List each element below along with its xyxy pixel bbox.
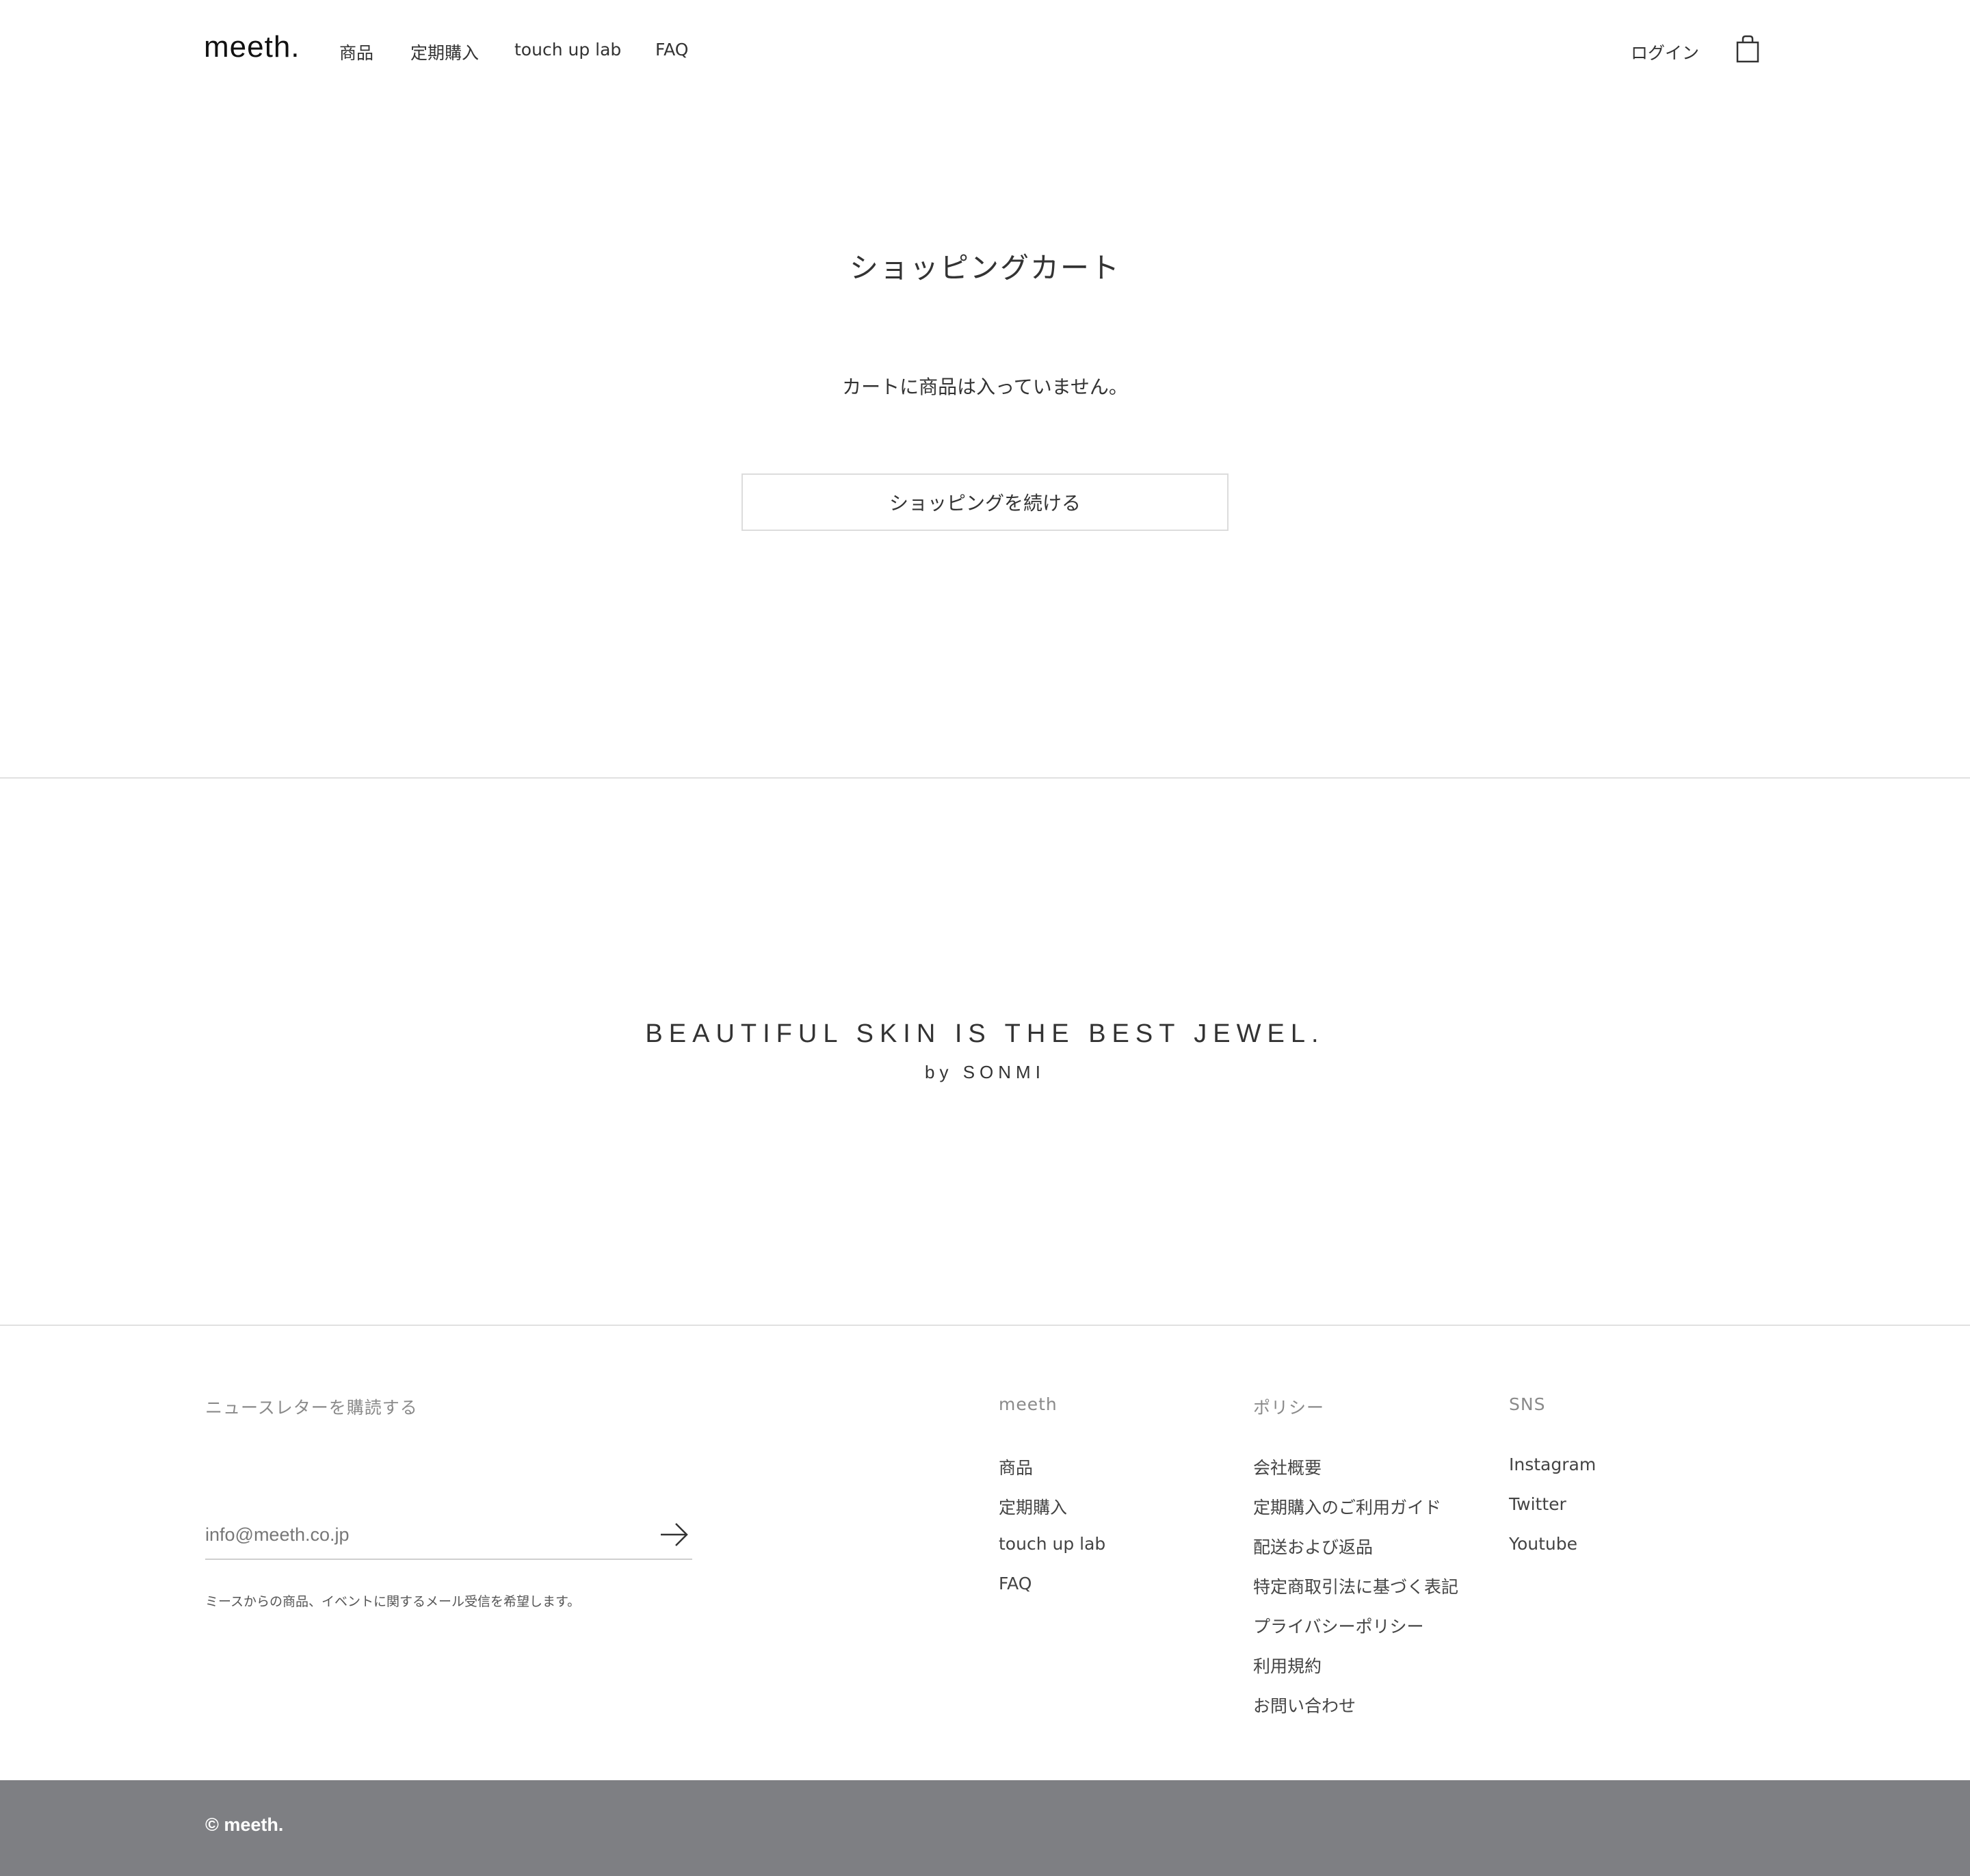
site-header: meeth. 商品 定期購入 touch up lab FAQ ログイン bbox=[0, 0, 1970, 101]
newsletter-email-field bbox=[205, 1512, 692, 1560]
continue-shopping-button[interactable]: ショッピングを続ける bbox=[741, 473, 1229, 531]
nav-item-products[interactable]: 商品 bbox=[339, 40, 373, 64]
arrow-right-icon[interactable] bbox=[658, 1519, 690, 1550]
footer-link-subscription[interactable]: 定期購入 bbox=[999, 1494, 1067, 1519]
newsletter-consent-text: ミースからの商品、イベントに関するメール受信を希望します。 bbox=[205, 1594, 581, 1609]
footer-link-shipping-returns[interactable]: 配送および返品 bbox=[1253, 1534, 1373, 1559]
tagline-author: by SONMI bbox=[925, 1062, 1045, 1082]
footer-heading-meeth: meeth bbox=[999, 1394, 1058, 1414]
shopping-bag-icon[interactable] bbox=[1735, 34, 1761, 63]
newsletter-email-input[interactable] bbox=[205, 1512, 629, 1557]
newsletter-heading: ニュースレターを購読する bbox=[205, 1398, 418, 1418]
nav-item-faq[interactable]: FAQ bbox=[655, 40, 688, 60]
footer-link-touch-up-lab[interactable]: touch up lab bbox=[999, 1534, 1105, 1554]
footer-link-faq[interactable]: FAQ bbox=[999, 1574, 1032, 1593]
site-logo[interactable]: meeth. bbox=[204, 30, 300, 64]
footer-link-contact[interactable]: お問い合わせ bbox=[1253, 1693, 1356, 1717]
footer-link-twitter[interactable]: Twitter bbox=[1509, 1494, 1566, 1514]
footer-link-products[interactable]: 商品 bbox=[999, 1455, 1033, 1479]
footer-heading-sns: SNS bbox=[1509, 1394, 1546, 1414]
footer-bottom-bar: © meeth. bbox=[0, 1780, 1970, 1876]
brand-tagline: BEAUTIFUL SKIN IS THE BEST JEWEL. bbox=[645, 1019, 1325, 1048]
footer-heading-policy: ポリシー bbox=[1253, 1398, 1325, 1418]
footer-link-privacy-policy[interactable]: プライバシーポリシー bbox=[1253, 1613, 1424, 1638]
login-link[interactable]: ログイン bbox=[1631, 40, 1699, 64]
nav-item-touch-up-lab[interactable]: touch up lab bbox=[514, 40, 621, 60]
footer-link-instagram[interactable]: Instagram bbox=[1509, 1455, 1596, 1474]
footer-link-commercial-law[interactable]: 特定商取引法に基づく表記 bbox=[1253, 1574, 1458, 1598]
cart-empty-message: カートに商品は入っていません。 bbox=[842, 376, 1128, 398]
footer-divider bbox=[0, 1325, 1970, 1326]
section-divider bbox=[0, 777, 1970, 779]
footer-link-subscription-guide[interactable]: 定期購入のご利用ガイド bbox=[1253, 1494, 1441, 1519]
copyright: © meeth. bbox=[205, 1814, 284, 1835]
page-title: ショッピングカート bbox=[849, 251, 1120, 285]
footer-link-terms[interactable]: 利用規約 bbox=[1253, 1653, 1322, 1678]
footer-link-company[interactable]: 会社概要 bbox=[1253, 1455, 1322, 1479]
nav-item-subscription[interactable]: 定期購入 bbox=[410, 40, 479, 64]
footer-link-youtube[interactable]: Youtube bbox=[1509, 1534, 1577, 1554]
